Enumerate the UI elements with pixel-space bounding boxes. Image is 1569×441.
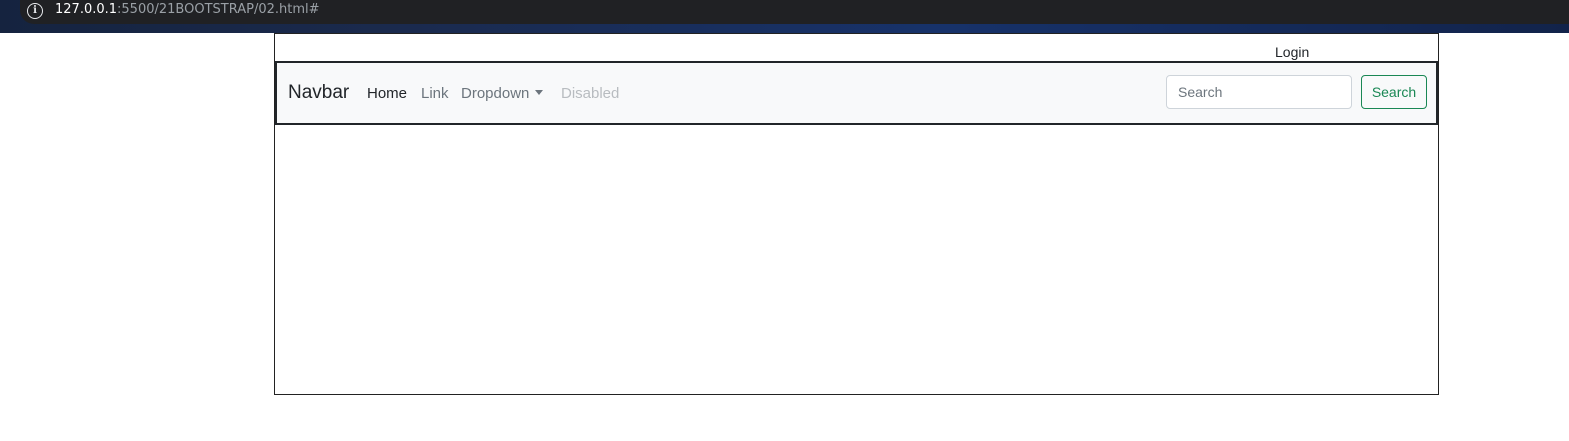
url-text[interactable]: 127.0.0.1:5500/21BOOTSTRAP/02.html# (55, 2, 320, 18)
login-link[interactable]: Login (1275, 44, 1309, 60)
page-container: Login Navbar Home Link Dropdown Disabled… (274, 33, 1439, 395)
navbar: Navbar Home Link Dropdown Disabled Searc… (275, 61, 1438, 125)
search-button[interactable]: Search (1361, 75, 1427, 109)
caret-down-icon (535, 90, 544, 95)
navbar-brand[interactable]: Navbar (288, 82, 349, 104)
search-input[interactable] (1166, 75, 1352, 109)
nav-item-disabled: Disabled (561, 85, 620, 102)
nav-dropdown-label: Dropdown (461, 85, 530, 102)
nav-item-home[interactable]: Home (367, 85, 407, 102)
browser-toolbar: i 127.0.0.1:5500/21BOOTSTRAP/02.html# (0, 0, 1569, 33)
nav-item-dropdown[interactable]: Dropdown (461, 85, 544, 102)
nav-item-link[interactable]: Link (421, 85, 449, 102)
url-host: 127.0.0.1 (55, 2, 118, 17)
url-path: :5500/21BOOTSTRAP/02.html# (117, 2, 320, 17)
info-icon[interactable]: i (27, 3, 43, 19)
